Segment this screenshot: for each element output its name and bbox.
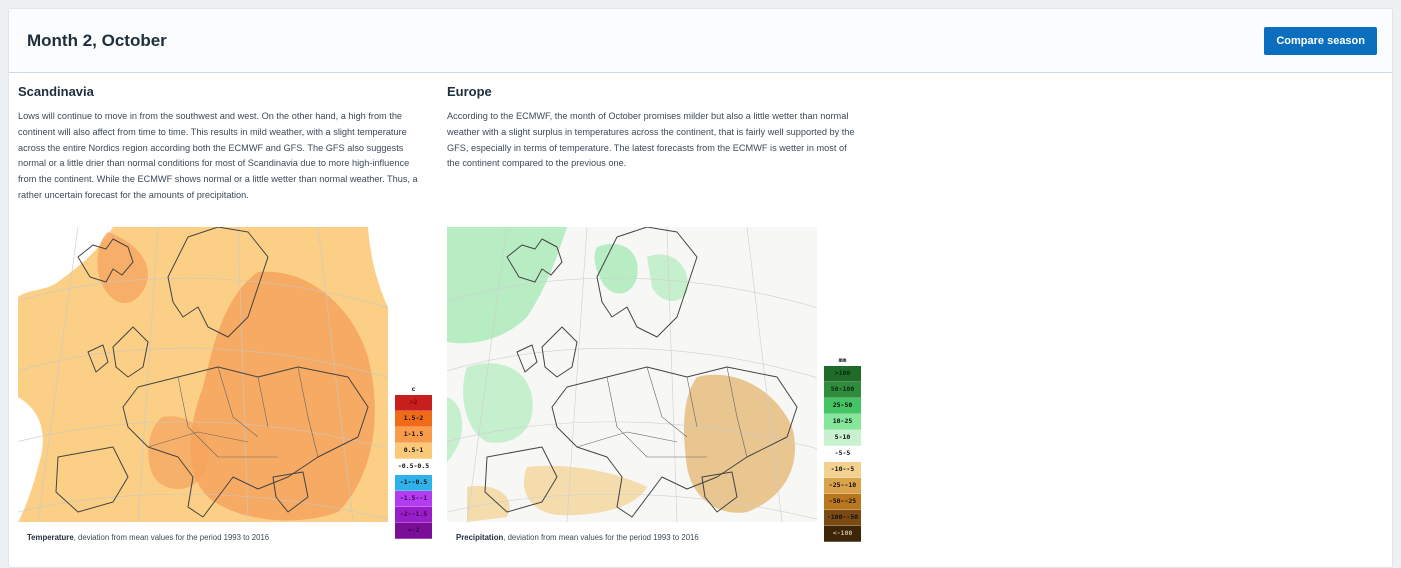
precipitation-legend-swatch: <-100 [824, 526, 861, 542]
temperature-caption-bold: Temperature [27, 533, 74, 542]
precipitation-legend-swatch: >100 [824, 366, 861, 382]
europe-text: According to the ECMWF, the month of Oct… [447, 111, 855, 169]
precipitation-caption: Precipitation, deviation from mean value… [456, 533, 699, 542]
scandinavia-text: Lows will continue to move in from the s… [18, 111, 418, 200]
precipitation-legend-swatch: 10-25 [824, 414, 861, 430]
temperature-legend-swatch: -2--1.5 [395, 507, 432, 523]
precipitation-legend: mm >100 50-100 25-50 10-25 5-10 -5-5 -10--5 -25… [824, 354, 861, 542]
precipitation-legend-swatch: 25-50 [824, 398, 861, 414]
precipitation-caption-text: , deviation from mean values for the per… [503, 533, 699, 542]
temperature-legend-unit: c [411, 385, 416, 393]
page-title: Month 2, October [27, 30, 167, 50]
card-header: Month 2, October Compare season [9, 9, 1392, 73]
scandinavia-section: Scandinavia Lows will continue to move i… [18, 84, 428, 204]
temperature-legend-swatch: <-2 [395, 523, 432, 539]
europe-title: Europe [447, 84, 492, 99]
temperature-legend-swatch: 1-1.5 [395, 427, 432, 443]
temperature-legend: c >2 1.5-2 1-1.5 0.5-1 -0.5-0.5 -1--0.5 -1.5--… [395, 383, 432, 539]
precipitation-legend-swatch: -100--50 [824, 510, 861, 526]
temperature-caption: Temperature, deviation from mean values … [27, 533, 269, 542]
temperature-map-figure [18, 227, 388, 522]
precipitation-map-figure [447, 227, 817, 522]
precipitation-legend-swatch: -25--10 [824, 478, 861, 494]
compare-season-button[interactable]: Compare season [1264, 26, 1377, 55]
precipitation-legend-swatch: 50-100 [824, 382, 861, 398]
precipitation-legend-swatch: -50--25 [824, 494, 861, 510]
precipitation-legend-unit: mm [838, 356, 847, 364]
precipitation-legend-swatch: 5-10 [824, 430, 861, 446]
precipitation-caption-bold: Precipitation [456, 533, 504, 542]
temperature-map [18, 227, 388, 522]
precipitation-map [447, 227, 817, 522]
precipitation-legend-swatch: -5-5 [824, 446, 861, 462]
temperature-legend-swatch: >2 [395, 395, 432, 411]
temperature-legend-swatch: -1--0.5 [395, 475, 432, 491]
temperature-legend-swatch: 0.5-1 [395, 443, 432, 459]
scandinavia-title: Scandinavia [18, 84, 94, 99]
precipitation-legend-swatch: -10--5 [824, 462, 861, 478]
europe-section: Europe According to the ECMWF, the month… [447, 84, 857, 172]
temperature-legend-swatch: 1.5-2 [395, 411, 432, 427]
temperature-legend-swatch: -0.5-0.5 [395, 459, 432, 475]
temperature-caption-text: , deviation from mean values for the per… [73, 533, 270, 542]
temperature-legend-swatch: -1.5--1 [395, 491, 432, 507]
